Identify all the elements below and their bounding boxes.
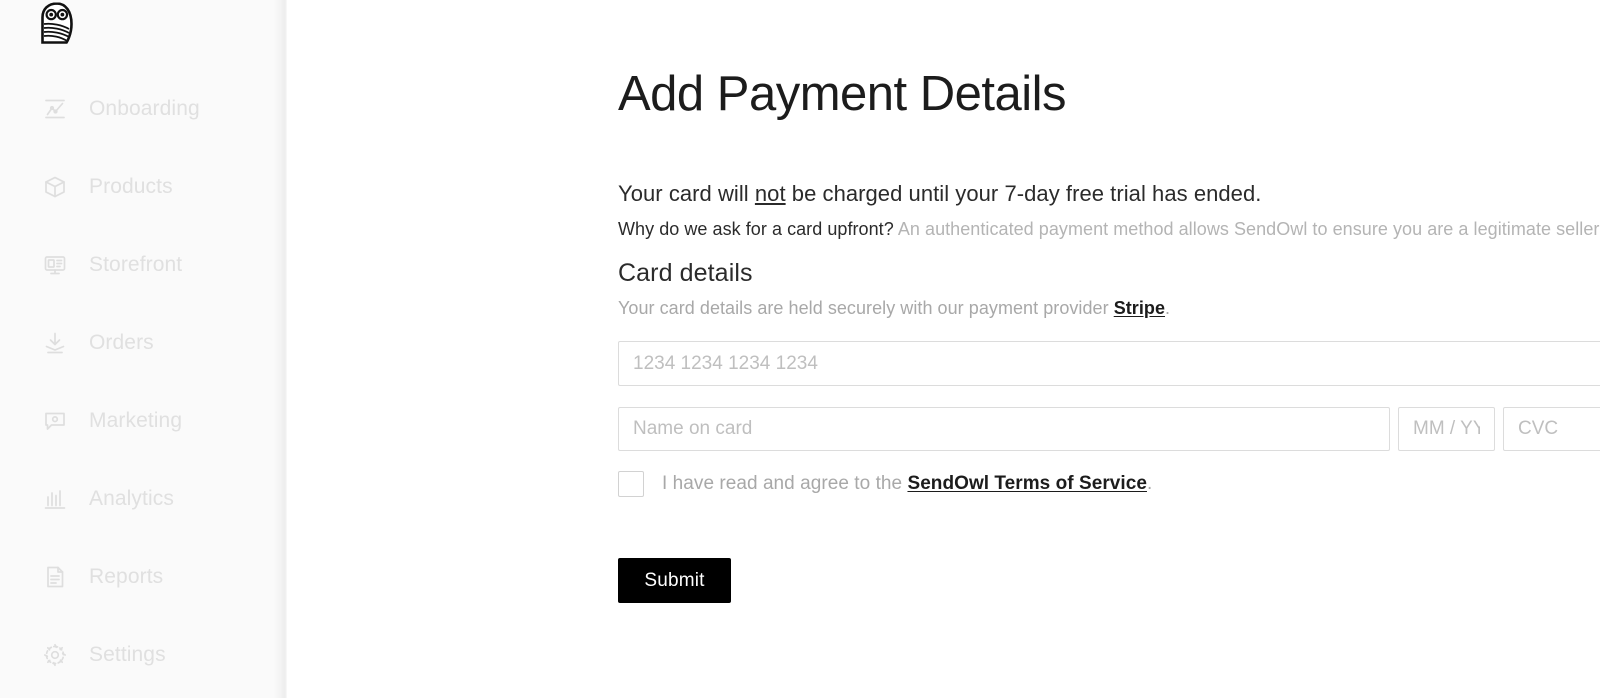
why-card-question: Why do we ask for a card upfront? — [618, 219, 894, 239]
sidebar-item-settings[interactable]: Settings — [0, 632, 287, 678]
submit-button[interactable]: Submit — [618, 558, 731, 603]
cvc-input[interactable] — [1503, 407, 1600, 451]
sidebar: Onboarding Products Storefront Orders Ma… — [0, 0, 287, 698]
name-on-card-input[interactable] — [618, 407, 1390, 451]
sendowl-owl-logo[interactable] — [40, 2, 76, 46]
why-card-answer: An authenticated payment method allows S… — [893, 219, 1600, 239]
page-title: Add Payment Details — [618, 67, 1067, 121]
why-card-upfront: Why do we ask for a card upfront? An aut… — [618, 219, 1600, 240]
product-box-icon — [42, 174, 68, 200]
stripe-link[interactable]: Stripe — [1114, 298, 1165, 318]
sidebar-item-label: Reports — [89, 565, 164, 588]
trial-notice-before: Your card will — [618, 181, 755, 206]
sidebar-item-label: Settings — [89, 643, 166, 666]
expiry-date-input[interactable] — [1398, 407, 1495, 451]
stripe-security-note: Your card details are held securely with… — [618, 298, 1170, 319]
sidebar-item-label: Products — [89, 175, 173, 198]
terms-checkbox[interactable] — [618, 471, 644, 497]
trial-notice: Your card will not be charged until your… — [618, 181, 1261, 207]
storefront-monitor-icon — [42, 252, 68, 278]
analytics-bar-chart-icon — [42, 486, 68, 512]
sidebar-item-analytics[interactable]: Analytics — [0, 476, 287, 522]
sidebar-item-marketing[interactable]: Marketing — [0, 398, 287, 444]
payment-details-page: Onboarding Products Storefront Orders Ma… — [0, 0, 1600, 698]
onboarding-chart-icon — [42, 96, 68, 122]
sidebar-item-products[interactable]: Products — [0, 164, 287, 210]
sidebar-nav: Onboarding Products Storefront Orders Ma… — [0, 86, 287, 698]
sidebar-item-label: Orders — [89, 331, 154, 354]
card-details-heading: Card details — [618, 259, 753, 287]
terms-agreement-row: I have read and agree to the SendOwl Ter… — [618, 470, 1152, 498]
sidebar-item-label: Marketing — [89, 409, 183, 432]
sidebar-item-label: Analytics — [89, 487, 174, 510]
terms-suffix: . — [1146, 473, 1153, 494]
sidebar-item-onboarding[interactable]: Onboarding — [0, 86, 287, 132]
trial-notice-after: be charged until your 7-day free trial h… — [785, 181, 1262, 206]
settings-gear-icon — [42, 642, 68, 668]
main-content: Add Payment Details Your card will not b… — [287, 0, 1600, 698]
sidebar-item-label: Storefront — [89, 253, 183, 276]
stripe-note-suffix: . — [1165, 298, 1171, 318]
orders-download-icon — [42, 330, 68, 356]
terms-prefix: I have read and agree to the — [662, 473, 908, 494]
sidebar-item-orders[interactable]: Orders — [0, 320, 287, 366]
sidebar-item-storefront[interactable]: Storefront — [0, 242, 287, 288]
marketing-speech-bubble-icon — [42, 408, 68, 434]
card-number-input[interactable] — [618, 341, 1600, 386]
terms-of-service-link[interactable]: SendOwl Terms of Service — [907, 473, 1147, 494]
trial-notice-emphasis: not — [754, 181, 786, 206]
sidebar-item-reports[interactable]: Reports — [0, 554, 287, 600]
reports-document-icon — [42, 564, 68, 590]
stripe-note-prefix: Your card details are held securely with… — [618, 298, 1114, 318]
terms-agreement-label: I have read and agree to the SendOwl Ter… — [662, 473, 1152, 495]
sidebar-item-label: Onboarding — [89, 97, 200, 120]
